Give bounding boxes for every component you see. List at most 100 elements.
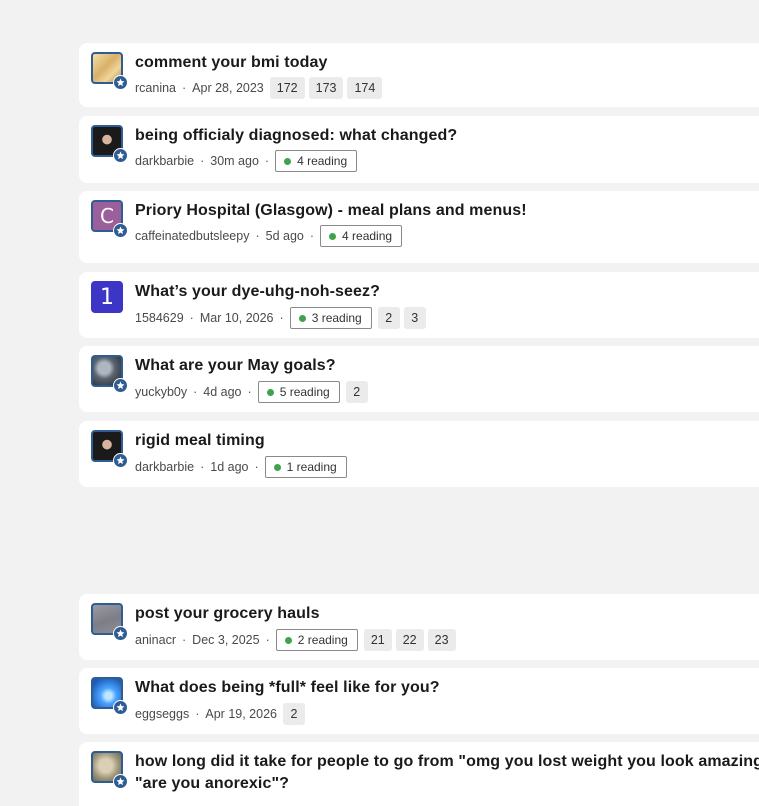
avatar[interactable] — [91, 430, 128, 468]
thread-author[interactable]: rcanina — [135, 81, 176, 95]
avatar[interactable] — [91, 355, 128, 393]
member-badge-icon — [113, 453, 128, 468]
reading-count: 4 reading — [342, 229, 393, 243]
thread-meta: aninacr · Dec 3, 2025 · 2 reading 21 22 … — [135, 628, 456, 652]
thread-title[interactable]: What does being *full* feel like for you… — [135, 677, 440, 699]
thread-author[interactable]: yuckyb0y — [135, 385, 187, 399]
thread-meta: darkbarbie · 1d ago · 1 reading — [135, 455, 347, 479]
thread-card[interactable]: comment your bmi today rcanina · Apr 28,… — [79, 43, 759, 107]
thread-meta: darkbarbie · 30m ago · 4 reading — [135, 149, 358, 173]
separator-dot: · — [265, 633, 270, 647]
thread-author[interactable]: caffeinatedbutsleepy — [135, 229, 249, 243]
thread-card[interactable]: rigid meal timing darkbarbie · 1d ago · … — [79, 421, 759, 487]
thread-time: 4d ago — [203, 385, 242, 399]
thread-card[interactable]: C Priory Hospital (Glasgow) - meal plans… — [79, 191, 759, 263]
page-link[interactable]: 174 — [347, 77, 383, 99]
thread-title[interactable]: being officialy diagnosed: what changed? — [135, 125, 457, 147]
thread-author[interactable]: darkbarbie — [135, 154, 194, 168]
thread-title[interactable]: how long did it take for people to go fr… — [135, 751, 759, 773]
page-link[interactable]: 2 — [377, 307, 400, 329]
thread-card[interactable]: What does being *full* feel like for you… — [79, 668, 759, 734]
thread-title[interactable]: Priory Hospital (Glasgow) - meal plans a… — [135, 200, 527, 222]
thread-time: 1d ago — [210, 460, 249, 474]
thread-title-continued[interactable]: "are you anorexic"? — [135, 773, 289, 795]
separator-dot: · — [182, 633, 187, 647]
online-dot-icon — [284, 636, 292, 644]
reading-count: 1 reading — [286, 460, 337, 474]
avatar[interactable] — [91, 603, 128, 641]
thread-card[interactable]: post your grocery hauls aninacr · Dec 3,… — [79, 594, 759, 660]
avatar-letter: 1 — [91, 281, 123, 313]
avatar[interactable] — [91, 125, 128, 163]
thread-meta: 1584629 · Mar 10, 2026 · 3 reading 2 3 — [135, 306, 426, 330]
online-dot-icon — [266, 388, 274, 396]
avatar[interactable]: 1 — [91, 281, 123, 313]
reading-count: 2 reading — [297, 633, 348, 647]
thread-card[interactable]: how long did it take for people to go fr… — [79, 742, 759, 806]
thread-meta: caffeinatedbutsleepy · 5d ago · 4 readin… — [135, 224, 403, 248]
member-badge-icon — [113, 75, 128, 90]
thread-title[interactable]: post your grocery hauls — [135, 603, 320, 625]
online-dot-icon — [329, 232, 337, 240]
reading-count: 5 reading — [279, 385, 330, 399]
avatar[interactable] — [91, 52, 128, 90]
member-badge-icon — [113, 626, 128, 641]
thread-meta: rcanina · Apr 28, 2023 172 173 174 — [135, 76, 383, 100]
thread-title[interactable]: comment your bmi today — [135, 52, 327, 74]
thread-meta: yuckyb0y · 4d ago · 5 reading 2 — [135, 380, 368, 404]
separator-dot: · — [200, 154, 205, 168]
online-dot-icon — [284, 157, 292, 165]
separator-dot: · — [182, 81, 187, 95]
thread-time: 5d ago — [265, 229, 304, 243]
page-link[interactable]: 2 — [282, 703, 305, 725]
reading-count-badge: 5 reading — [257, 381, 340, 403]
thread-time: Mar 10, 2026 — [199, 311, 274, 325]
separator-dot: · — [195, 707, 200, 721]
page-link[interactable]: 2 — [345, 381, 368, 403]
thread-title[interactable]: What’s your dye-uhg-noh-seez? — [135, 281, 380, 303]
online-dot-icon — [273, 463, 281, 471]
thread-time: Apr 19, 2026 — [205, 707, 277, 721]
thread-title[interactable]: What are your May goals? — [135, 355, 336, 377]
page-link[interactable]: 3 — [403, 307, 426, 329]
avatar[interactable] — [91, 751, 128, 789]
page-link[interactable]: 21 — [363, 629, 392, 651]
thread-time: 30m ago — [210, 154, 259, 168]
member-badge-icon — [113, 148, 128, 163]
thread-time: Apr 28, 2023 — [192, 81, 264, 95]
separator-dot: · — [309, 229, 315, 243]
thread-card[interactable]: What are your May goals? yuckyb0y · 4d a… — [79, 346, 759, 412]
thread-author[interactable]: aninacr — [135, 633, 176, 647]
separator-dot: · — [254, 460, 259, 474]
avatar[interactable] — [91, 677, 128, 715]
page-link[interactable]: 23 — [427, 629, 456, 651]
thread-meta: eggseggs · Apr 19, 2026 2 — [135, 702, 305, 726]
thread-title[interactable]: rigid meal timing — [135, 430, 265, 452]
reading-count: 3 reading — [311, 311, 362, 325]
page-link[interactable]: 173 — [308, 77, 344, 99]
member-badge-icon — [113, 223, 128, 238]
reading-count-badge: 3 reading — [289, 307, 372, 329]
separator-dot: · — [264, 154, 270, 168]
member-badge-icon — [113, 774, 128, 789]
thread-author[interactable]: eggseggs — [135, 707, 189, 721]
thread-card[interactable]: 1 What’s your dye-uhg-noh-seez? 1584629 … — [79, 272, 759, 338]
separator-dot: · — [255, 229, 260, 243]
avatar[interactable]: C — [91, 200, 128, 238]
thread-author[interactable]: 1584629 — [135, 311, 184, 325]
separator-dot: · — [193, 385, 198, 399]
reading-count-badge: 2 reading — [275, 629, 358, 651]
member-badge-icon — [113, 700, 128, 715]
page-link[interactable]: 22 — [395, 629, 424, 651]
thread-author[interactable]: darkbarbie — [135, 460, 194, 474]
reading-count: 4 reading — [297, 154, 348, 168]
page-link[interactable]: 172 — [269, 77, 305, 99]
thread-time: Dec 3, 2025 — [192, 633, 260, 647]
thread-card[interactable]: being officialy diagnosed: what changed?… — [79, 116, 759, 183]
separator-dot: · — [279, 311, 284, 325]
reading-count-badge: 4 reading — [275, 150, 358, 172]
member-badge-icon — [113, 378, 128, 393]
online-dot-icon — [298, 314, 306, 322]
reading-count-badge: 4 reading — [320, 225, 403, 247]
reading-count-badge: 1 reading — [264, 456, 347, 478]
